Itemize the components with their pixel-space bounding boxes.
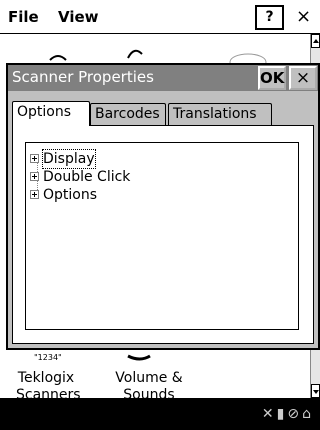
expand-plus-icon[interactable] [30, 172, 39, 181]
close-window-button[interactable]: × [289, 5, 318, 30]
scroll-down-arrow-icon[interactable] [311, 384, 320, 398]
scanner-icon-fragment: "1234" [34, 353, 62, 362]
tab-barcodes[interactable]: Barcodes [90, 103, 166, 125]
scanner-properties-dialog: Scanner Properties OK × Options Barcodes… [6, 63, 320, 350]
system-tray: ✕▮⊘⌂ [262, 406, 314, 422]
tab-strip: Options Barcodes Translations [8, 101, 318, 126]
control-panel-icon-row-top [49, 49, 267, 64]
network-icon[interactable]: ⌂ [302, 406, 314, 422]
expand-plus-icon[interactable] [30, 190, 39, 199]
options-tab-panel: Display Double Click Options [12, 125, 314, 344]
control-panel-icon-row-bottom: "1234" [34, 353, 151, 362]
icon-fragment-1 [49, 55, 67, 61]
help-button[interactable]: ? [255, 5, 284, 30]
icon-fragment-2 [127, 49, 143, 59]
scroll-up-arrow-icon[interactable] [311, 34, 320, 48]
menu-view[interactable]: View [58, 8, 99, 26]
ok-button[interactable]: OK [258, 66, 286, 90]
icon-label-line: Teklogix [17, 370, 75, 386]
menu-bar: File View ? × [0, 0, 320, 34]
dialog-close-button[interactable]: × [289, 66, 317, 90]
tab-translations[interactable]: Translations [168, 103, 272, 125]
menu-file[interactable]: File [8, 8, 39, 26]
expand-plus-icon[interactable] [30, 154, 39, 163]
no-signal-icon[interactable]: ✕ [262, 406, 277, 422]
battery-icon[interactable]: ▮ [277, 406, 288, 422]
tree-node-label[interactable]: Options [43, 186, 97, 204]
tab-options[interactable]: Options [12, 101, 90, 126]
icon-label-line: Volume & [115, 370, 183, 386]
speaker-icon-fragment [127, 354, 151, 361]
tree-node-label[interactable]: Display [42, 149, 96, 169]
dialog-title-bar: Scanner Properties OK × [8, 65, 318, 91]
tree-node-label[interactable]: Double Click [43, 168, 130, 186]
options-tree[interactable]: Display Double Click Options [25, 142, 299, 330]
dialog-title: Scanner Properties [12, 68, 154, 86]
no-radio-icon[interactable]: ⊘ [287, 406, 302, 422]
taskbar: ✕▮⊘⌂ [0, 398, 320, 430]
